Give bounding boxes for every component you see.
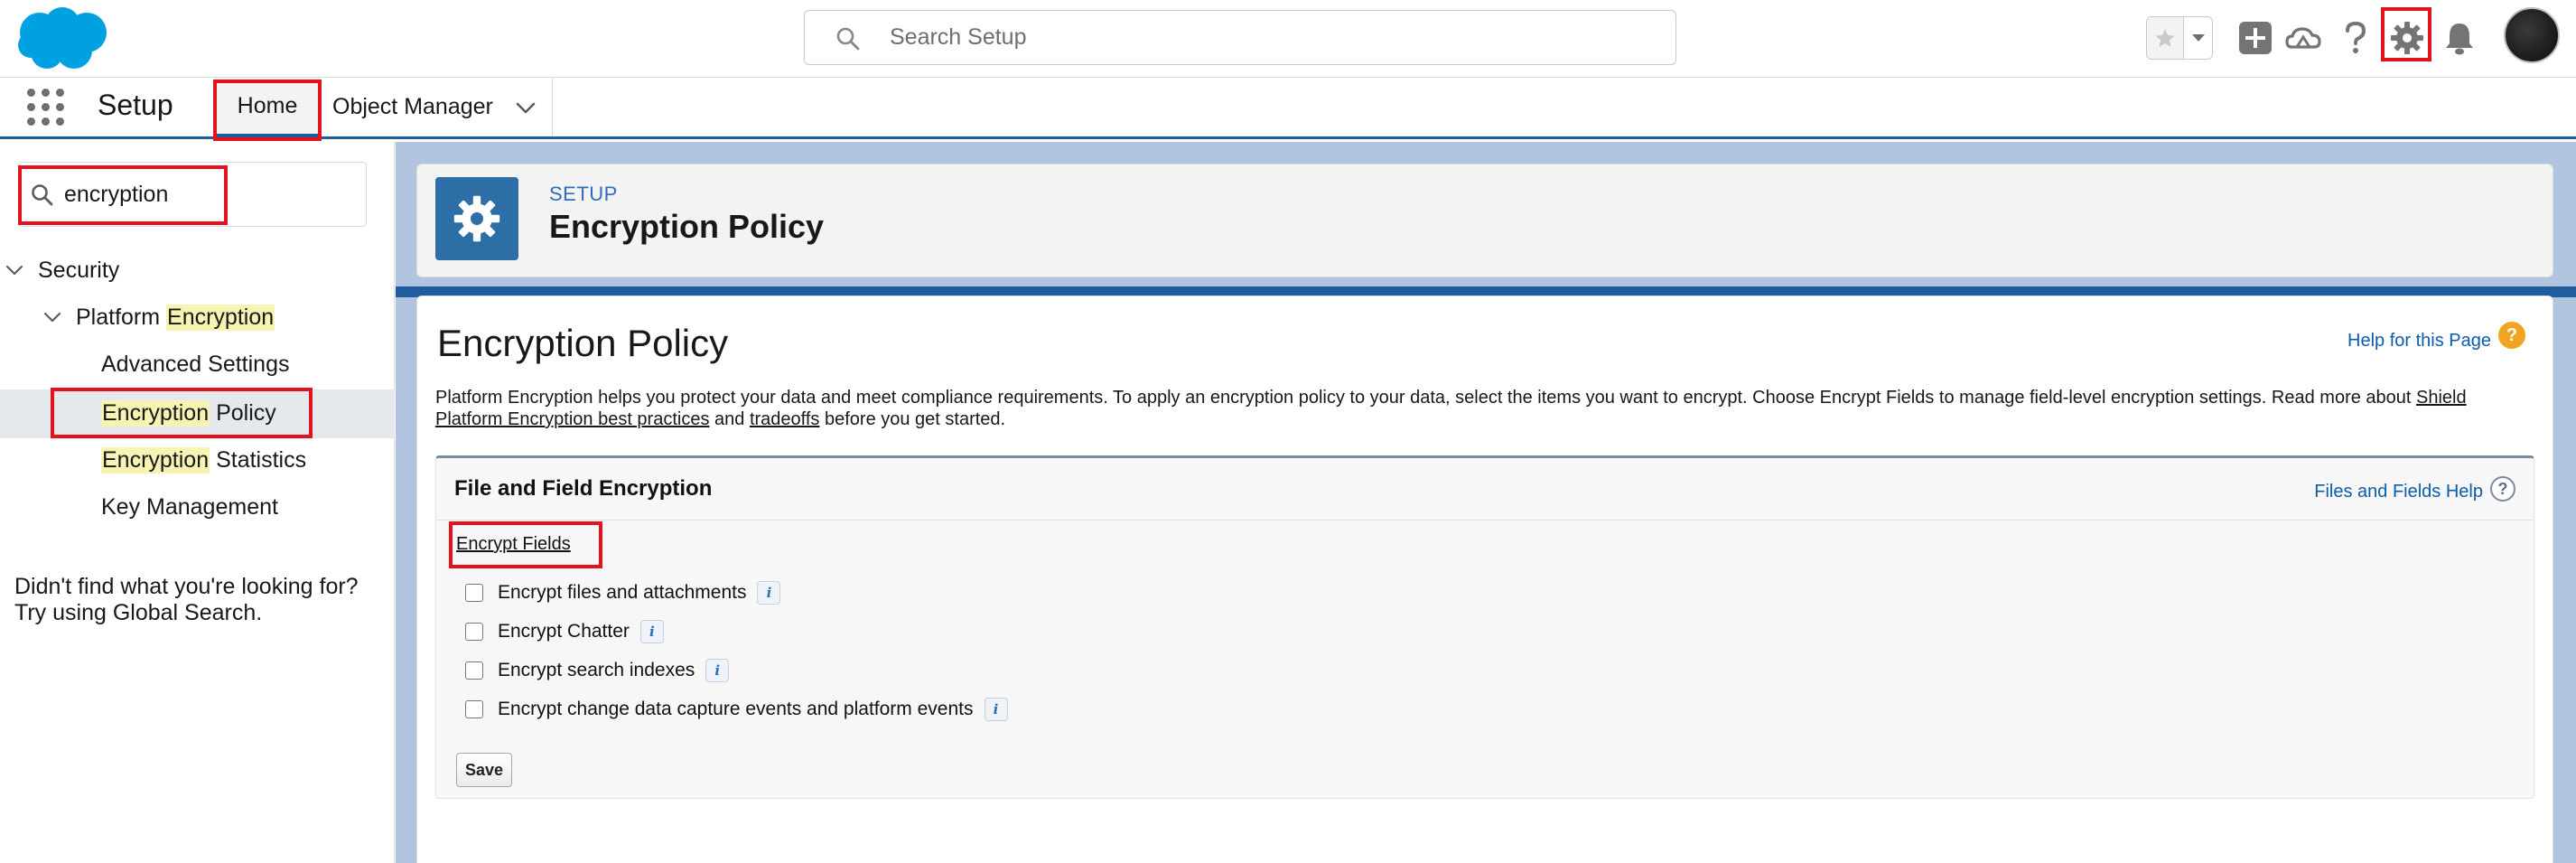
gear-icon <box>453 195 500 242</box>
info-icon[interactable]: i <box>757 581 781 605</box>
bell-icon <box>2446 23 2473 55</box>
search-match-highlight: Encryption <box>101 446 210 474</box>
tree-item-platform-encryption[interactable]: Platform Encryption <box>42 294 275 341</box>
content-card: Encryption Policy Help for this Page ? P… <box>416 295 2553 863</box>
setup-gear-button[interactable] <box>2385 16 2429 60</box>
checkbox[interactable] <box>465 700 483 718</box>
tree-item-label: Statistics <box>210 446 307 473</box>
sidebar-help-note: Didn't find what you're looking for? Try… <box>14 574 385 626</box>
app-nav-bar: Setup Home Object Manager <box>0 78 2576 141</box>
checkbox[interactable] <box>465 661 483 680</box>
tree-item-label: Advanced Settings <box>101 351 290 377</box>
checkbox[interactable] <box>465 584 483 602</box>
help-icon[interactable]: ? <box>2498 322 2525 349</box>
favorites-group <box>2146 16 2213 60</box>
option-label: Encrypt search indexes <box>498 660 695 680</box>
search-icon <box>32 184 53 206</box>
tree-item-label: Platform <box>76 304 167 330</box>
option-row: Encrypt change data capture events and p… <box>465 696 1008 723</box>
tradeoffs-link[interactable]: tradeoffs <box>750 409 819 429</box>
chevron-down-icon[interactable] <box>513 95 538 120</box>
tab-object-manager[interactable]: Object Manager <box>322 78 553 136</box>
notifications-button[interactable] <box>2438 16 2481 60</box>
section-title: File and Field Encryption <box>454 476 713 501</box>
divider <box>436 520 2534 521</box>
global-actions-button[interactable] <box>2234 16 2277 60</box>
option-label: Encrypt Chatter <box>498 621 630 642</box>
favorites-button[interactable] <box>2147 17 2183 59</box>
info-icon[interactable]: i <box>639 620 664 643</box>
chevron-down-icon[interactable] <box>4 259 25 281</box>
info-icon[interactable]: i <box>984 698 1008 721</box>
intro-text: Platform Encryption helps you protect yo… <box>435 388 2417 408</box>
page-header-title: Encryption Policy <box>549 208 825 245</box>
help-button[interactable] <box>2334 16 2377 60</box>
salesforce-logo[interactable] <box>13 5 112 72</box>
tab-object-manager-label: Object Manager <box>332 94 493 119</box>
page-header-eyebrow: SETUP <box>549 183 618 205</box>
setup-sidebar: encryption Security Platform Encryption … <box>0 142 395 863</box>
option-label: Encrypt change data capture events and p… <box>498 699 974 719</box>
tree-item-label: Security <box>38 257 120 283</box>
page-header: SETUP Encryption Policy <box>416 164 2553 277</box>
quick-find-value: encryption <box>64 182 169 207</box>
search-placeholder: Search Setup <box>890 24 1027 50</box>
favorites-list-button[interactable] <box>2183 17 2212 59</box>
sidebar-note-line: Didn't find what you're looking for? <box>14 574 359 599</box>
help-for-page-link[interactable]: Help for this Page <box>2347 331 2491 352</box>
files-fields-help-link[interactable]: Files and Fields Help <box>2314 482 2483 502</box>
user-avatar[interactable] <box>2504 7 2560 63</box>
sidebar-note-line: Try using Global Search. <box>14 600 263 625</box>
file-field-encryption-section: File and Field Encryption Files and Fiel… <box>435 455 2534 799</box>
intro-text: before you get started. <box>819 409 1006 429</box>
save-button[interactable]: Save <box>456 753 512 787</box>
star-icon <box>2155 29 2175 47</box>
trailhead-icon <box>2285 27 2321 49</box>
tree-item-security[interactable]: Security <box>4 247 119 294</box>
intro-paragraph: Platform Encryption helps you protect yo… <box>435 387 2513 430</box>
chevron-down-icon[interactable] <box>42 306 63 328</box>
tree-item-advanced-settings[interactable]: Advanced Settings <box>101 341 289 388</box>
gear-icon <box>2391 22 2423 54</box>
app-name: Setup <box>98 89 173 121</box>
tree-item-label: Policy <box>210 399 276 426</box>
option-row: Encrypt files and attachments i <box>465 579 781 606</box>
trailhead-button[interactable] <box>2282 16 2325 60</box>
info-icon[interactable]: i <box>705 659 730 682</box>
search-match-highlight: Encryption <box>166 304 275 331</box>
checkbox[interactable] <box>465 623 483 641</box>
chevron-down-icon <box>2192 34 2205 42</box>
tree-item-label: Key Management <box>101 493 278 520</box>
global-search-input[interactable]: Search Setup <box>804 10 1676 65</box>
option-row: Encrypt Chatter i <box>465 618 664 645</box>
quick-find-input[interactable]: encryption <box>18 162 367 227</box>
global-header: Search Setup <box>0 0 2576 78</box>
tree-item-encryption-policy[interactable]: Encryption Policy <box>101 389 276 436</box>
search-icon <box>836 27 860 51</box>
tab-home[interactable]: Home <box>215 78 320 136</box>
help-icon[interactable]: ? <box>2490 476 2515 502</box>
main-content-area: SETUP Encryption Policy Encryption Polic… <box>396 142 2576 863</box>
intro-text: and <box>709 409 750 429</box>
page-title: Encryption Policy <box>437 322 729 364</box>
option-label: Encrypt files and attachments <box>498 582 747 603</box>
app-launcher-button[interactable] <box>27 89 65 127</box>
option-row: Encrypt search indexes i <box>465 657 730 684</box>
encrypt-fields-link[interactable]: Encrypt Fields <box>456 534 571 555</box>
tree-item-key-management[interactable]: Key Management <box>101 483 278 530</box>
search-match-highlight: Encryption <box>101 399 210 427</box>
setup-header-tile <box>435 177 518 260</box>
help-icon <box>2346 21 2366 53</box>
tree-item-encryption-statistics[interactable]: Encryption Statistics <box>101 436 306 483</box>
plus-icon <box>2239 22 2272 54</box>
